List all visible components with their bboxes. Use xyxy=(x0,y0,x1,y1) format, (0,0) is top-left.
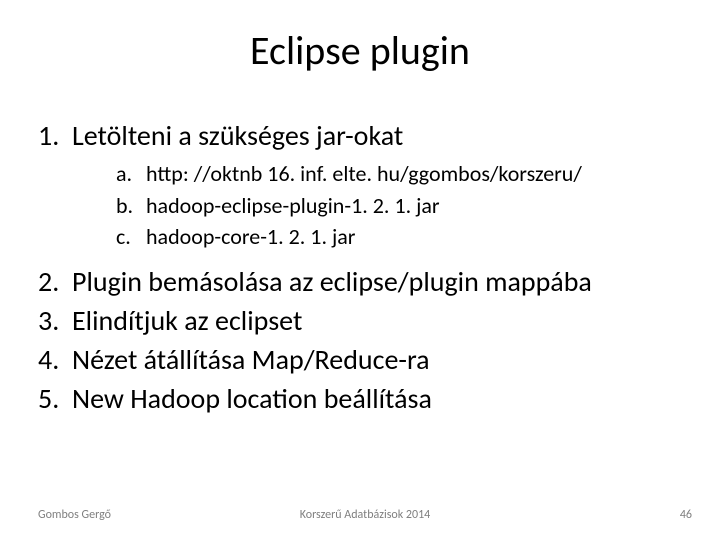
list-text: Letölteni a szükséges jar-okat xyxy=(72,118,403,153)
list-number: 4. xyxy=(38,342,72,377)
list-text: Plugin bemásolása az eclipse/plugin mapp… xyxy=(72,264,592,299)
slide-body: 1. Letölteni a szükséges jar-okat a. htt… xyxy=(38,118,692,420)
footer-title: Korszerű Adatbázisok 2014 xyxy=(38,508,692,522)
sub-list-item: a. http: //oktnb 16. inf. elte. hu/ggomb… xyxy=(116,159,692,189)
list-item: 3. Elindítjuk az eclipset xyxy=(38,303,692,338)
list-item: 5. New Hadoop location beállítása xyxy=(38,381,692,416)
sub-list-text: hadoop-core-1. 2. 1. jar xyxy=(146,222,355,252)
slide-title: Eclipse plugin xyxy=(0,26,720,75)
sub-list-text: hadoop-eclipse-plugin-1. 2. 1. jar xyxy=(146,191,440,221)
sub-list-letter: a. xyxy=(116,159,146,189)
slide: Eclipse plugin 1. Letölteni a szükséges … xyxy=(0,0,720,540)
list-item: 1. Letölteni a szükséges jar-okat xyxy=(38,118,692,153)
list-item: 2. Plugin bemásolása az eclipse/plugin m… xyxy=(38,264,692,299)
sub-list-letter: c. xyxy=(116,222,146,252)
list-number: 2. xyxy=(38,264,72,299)
list-number: 3. xyxy=(38,303,72,338)
sub-list-letter: b. xyxy=(116,191,146,221)
list-text: Nézet átállítása Map/Reduce-ra xyxy=(72,342,430,377)
list-number: 1. xyxy=(38,118,72,153)
list-item: 4. Nézet átállítása Map/Reduce-ra xyxy=(38,342,692,377)
sub-list-item: c. hadoop-core-1. 2. 1. jar xyxy=(116,222,692,252)
list-text: Elindítjuk az eclipset xyxy=(72,303,302,338)
list-text: New Hadoop location beállítása xyxy=(72,381,432,416)
sub-list-item: b. hadoop-eclipse-plugin-1. 2. 1. jar xyxy=(116,191,692,221)
list-number: 5. xyxy=(38,381,72,416)
slide-footer: Gombos Gergő Korszerű Adatbázisok 2014 4… xyxy=(38,508,692,522)
sub-list: a. http: //oktnb 16. inf. elte. hu/ggomb… xyxy=(116,159,692,252)
sub-list-text: http: //oktnb 16. inf. elte. hu/ggombos/… xyxy=(146,159,582,189)
